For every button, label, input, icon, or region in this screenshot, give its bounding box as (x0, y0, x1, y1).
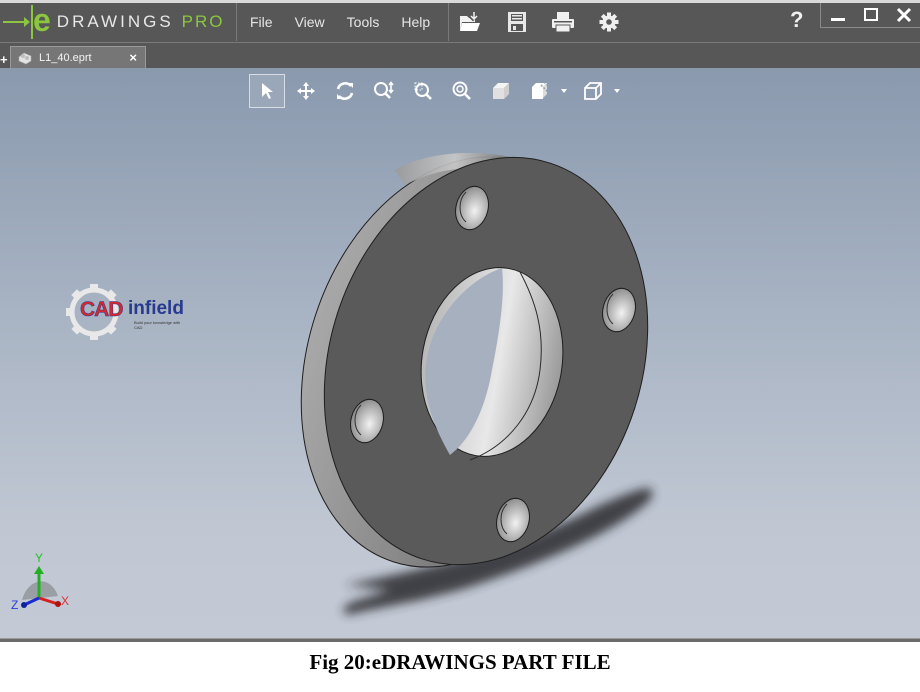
settings-button[interactable] (594, 10, 624, 34)
window-controls (820, 3, 920, 28)
axis-triad: Y X Z (11, 551, 69, 612)
shaded-cube-icon (493, 83, 509, 99)
menu-bar: File View Tools Help (237, 3, 441, 41)
rotate-tool-button[interactable] (327, 74, 363, 108)
logo-e: e (33, 2, 51, 38)
section-view-button[interactable] (522, 74, 558, 108)
save-icon (508, 12, 526, 32)
tab-close-button[interactable]: × (129, 50, 137, 65)
logo-edition: PRO (181, 12, 225, 31)
status-bar-edge (0, 638, 920, 642)
watermark-cad: CAD (80, 298, 124, 322)
save-button[interactable] (502, 10, 532, 34)
logo-arrow-icon (3, 17, 30, 27)
menu-help[interactable]: Help (390, 14, 441, 30)
edrawings-window: e DRAWINGS PRO File View Tools Help ? + … (0, 0, 920, 642)
maximize-icon (863, 8, 878, 21)
dropdown-arrow-icon (614, 89, 620, 93)
zoom-area-icon (414, 82, 432, 100)
tab-bar: + L1_40.eprt × (0, 43, 920, 68)
minimize-icon (830, 18, 845, 21)
maximize-button[interactable] (858, 5, 884, 25)
edrawings-logo: e DRAWINGS PRO (0, 3, 237, 41)
view-toolbar (249, 73, 628, 109)
print-button[interactable] (548, 10, 578, 34)
zoom-to-area-button[interactable] (405, 74, 441, 108)
new-tab-button[interactable]: + (0, 52, 8, 68)
gear-icon (599, 12, 619, 32)
tab-label: L1_40.eprt (39, 51, 92, 64)
tab-document[interactable]: L1_40.eprt × (10, 46, 146, 68)
open-icon (460, 12, 480, 31)
cadinfield-watermark: CAD infield Build your knowledge with CA… (64, 282, 184, 342)
open-button[interactable] (456, 10, 486, 34)
z-axis-label: Z (11, 598, 18, 612)
views-dropdown[interactable] (612, 74, 622, 108)
flange-part-model[interactable] (0, 68, 920, 640)
zoom-in-out-icon (374, 81, 394, 99)
section-view-dropdown[interactable] (559, 74, 569, 108)
pan-arrows-icon (297, 82, 315, 100)
zoom-fit-icon (452, 81, 471, 100)
dropdown-arrow-icon (561, 89, 567, 93)
menu-file[interactable]: File (237, 14, 284, 30)
watermark-infield: infield (128, 298, 184, 319)
main-toolbar (456, 3, 640, 41)
pan-tool-button[interactable] (288, 74, 324, 108)
title-bar: e DRAWINGS PRO File View Tools Help ? (0, 3, 920, 43)
zoom-to-fit-button[interactable] (444, 74, 480, 108)
toolbar-separator (448, 3, 449, 41)
logo-drawings: DRAWINGS (56, 12, 174, 31)
print-icon (552, 12, 574, 33)
cursor-arrow-icon (262, 83, 273, 99)
part-icon (18, 52, 32, 64)
wireframe-cube-icon (584, 82, 602, 100)
section-cube-icon (532, 81, 550, 99)
minimize-button[interactable] (825, 5, 851, 25)
watermark-tagline: Build your knowledge with CAD (134, 320, 181, 330)
help-button[interactable]: ? (790, 7, 803, 33)
x-axis-label: X (61, 594, 69, 608)
figure-caption: Fig 20:eDRAWINGS PART FILE (309, 650, 611, 674)
y-axis-label: Y (35, 551, 43, 565)
menu-tools[interactable]: Tools (336, 14, 391, 30)
rotate-icon (336, 82, 354, 100)
3d-viewport[interactable]: CAD infield Build your knowledge with CA… (0, 68, 920, 640)
select-tool-button[interactable] (249, 74, 285, 108)
menu-view[interactable]: View (284, 14, 336, 30)
views-button[interactable] (575, 74, 611, 108)
close-icon (897, 7, 912, 23)
zoom-in-out-button[interactable] (366, 74, 402, 108)
shaded-view-button[interactable] (483, 74, 519, 108)
close-button[interactable] (891, 5, 917, 25)
